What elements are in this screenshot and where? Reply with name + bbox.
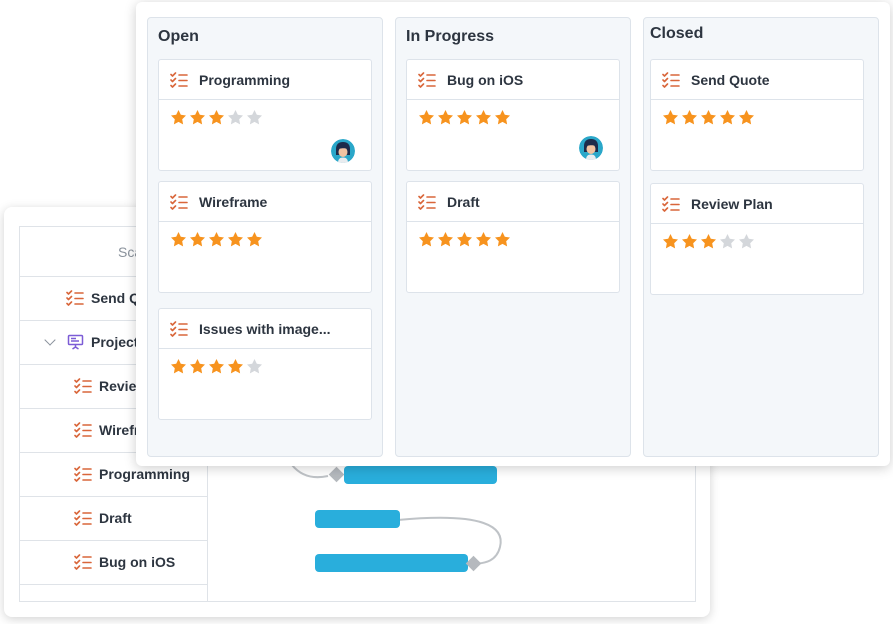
- star-icon[interactable]: [208, 109, 225, 126]
- star-rating[interactable]: [418, 231, 511, 248]
- card-draft[interactable]: Draft: [406, 181, 620, 293]
- star-icon[interactable]: [246, 109, 263, 126]
- card-header: Issues with image...: [159, 309, 371, 349]
- star-icon[interactable]: [494, 109, 511, 126]
- task-list-icon: [418, 72, 436, 88]
- star-icon[interactable]: [719, 109, 736, 126]
- star-icon[interactable]: [170, 231, 187, 248]
- column-title: Open: [158, 28, 199, 45]
- card-title: Bug on iOS: [447, 72, 524, 88]
- star-icon[interactable]: [189, 109, 206, 126]
- star-icon[interactable]: [227, 231, 244, 248]
- star-icon[interactable]: [189, 358, 206, 375]
- star-rating[interactable]: [170, 109, 263, 126]
- star-icon[interactable]: [170, 358, 187, 375]
- column-closed: Closed Send Quote Review Plan: [643, 17, 879, 457]
- star-icon[interactable]: [418, 109, 435, 126]
- star-rating[interactable]: [662, 109, 755, 126]
- star-icon[interactable]: [456, 109, 473, 126]
- task-list-icon: [418, 194, 436, 210]
- star-icon[interactable]: [456, 231, 473, 248]
- star-icon[interactable]: [738, 109, 755, 126]
- card-title: Programming: [199, 72, 291, 88]
- card-title: Review Plan: [691, 196, 773, 212]
- star-rating[interactable]: [662, 233, 755, 250]
- card-title: Wireframe: [199, 194, 268, 210]
- card-wireframe[interactable]: Wireframe: [158, 181, 372, 293]
- task-list-icon: [662, 196, 680, 212]
- star-icon[interactable]: [189, 231, 206, 248]
- card-title: Draft: [447, 194, 480, 210]
- star-icon[interactable]: [437, 231, 454, 248]
- card-issues-with-image[interactable]: Issues with image...: [158, 308, 372, 420]
- star-icon[interactable]: [475, 109, 492, 126]
- task-list-icon: [662, 72, 680, 88]
- star-icon[interactable]: [475, 231, 492, 248]
- star-icon[interactable]: [208, 358, 225, 375]
- card-send-quote[interactable]: Send Quote: [650, 59, 864, 171]
- star-icon[interactable]: [437, 109, 454, 126]
- card-header: Programming: [159, 60, 371, 100]
- card-header: Bug on iOS: [407, 60, 619, 100]
- card-programming[interactable]: Programming: [158, 59, 372, 171]
- star-icon[interactable]: [494, 231, 511, 248]
- column-title: In Progress: [406, 28, 495, 45]
- column-open: Open Programming Wireframe Issues with i…: [147, 17, 383, 457]
- card-header: Review Plan: [651, 184, 863, 224]
- gantt-bar-programming[interactable]: [344, 466, 497, 484]
- star-rating[interactable]: [170, 358, 263, 375]
- column-title: Closed: [650, 25, 704, 42]
- card-header: Wireframe: [159, 182, 371, 222]
- card-header: Send Quote: [651, 60, 863, 100]
- gantt-bar-bug-on-ios[interactable]: [315, 554, 468, 572]
- star-icon[interactable]: [738, 233, 755, 250]
- star-icon[interactable]: [662, 233, 679, 250]
- star-icon[interactable]: [227, 358, 244, 375]
- star-icon[interactable]: [170, 109, 187, 126]
- card-header: Draft: [407, 182, 619, 222]
- gantt-bar-draft[interactable]: [315, 510, 400, 528]
- star-icon[interactable]: [418, 231, 435, 248]
- star-icon[interactable]: [246, 358, 263, 375]
- task-list-icon: [170, 194, 188, 210]
- avatar[interactable]: [579, 136, 603, 160]
- card-review-plan[interactable]: Review Plan: [650, 183, 864, 295]
- card-title: Issues with image...: [199, 321, 331, 337]
- star-icon[interactable]: [700, 233, 717, 250]
- star-icon[interactable]: [227, 109, 244, 126]
- star-icon[interactable]: [700, 109, 717, 126]
- star-icon[interactable]: [681, 233, 698, 250]
- star-rating[interactable]: [418, 109, 511, 126]
- avatar[interactable]: [331, 139, 355, 163]
- star-icon[interactable]: [208, 231, 225, 248]
- star-icon[interactable]: [719, 233, 736, 250]
- kanban-window: Open Programming Wireframe Issues with i…: [136, 2, 890, 466]
- card-title: Send Quote: [691, 72, 770, 88]
- task-list-icon: [170, 321, 188, 337]
- column-in-progress: In Progress Bug on iOS Draft: [395, 17, 631, 457]
- star-icon[interactable]: [681, 109, 698, 126]
- star-icon[interactable]: [662, 109, 679, 126]
- task-list-icon: [170, 72, 188, 88]
- card-bug-on-ios[interactable]: Bug on iOS: [406, 59, 620, 171]
- star-icon[interactable]: [246, 231, 263, 248]
- star-rating[interactable]: [170, 231, 263, 248]
